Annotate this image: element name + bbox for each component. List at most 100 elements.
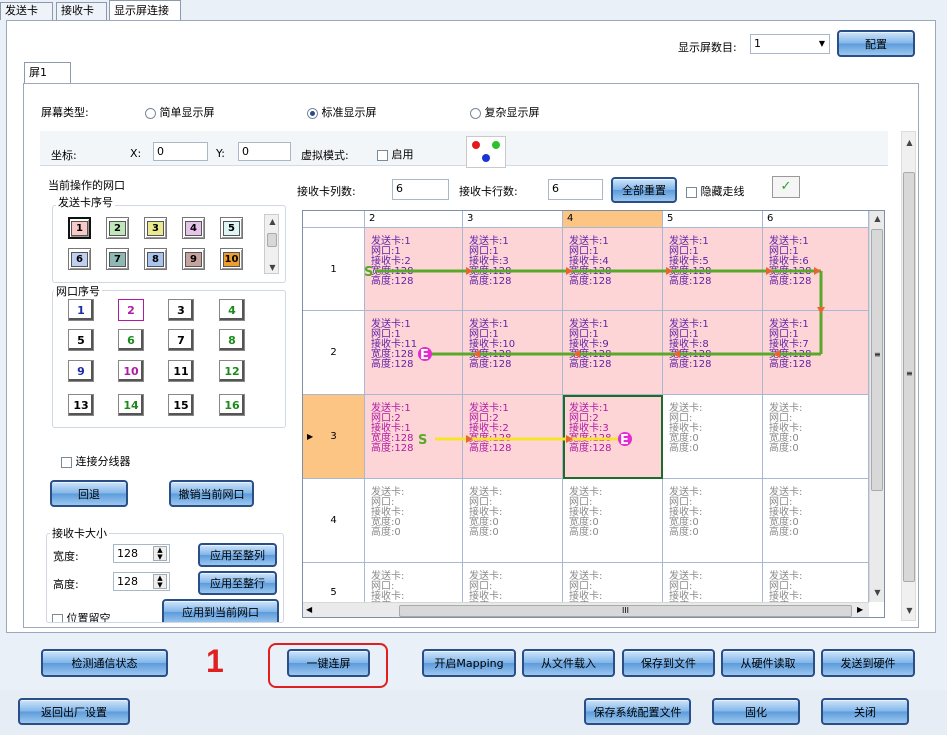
- factory-reset-button[interactable]: 返回出厂设置: [18, 698, 130, 725]
- width-stepper[interactable]: 128 ▲ ▼: [113, 544, 170, 563]
- y-input[interactable]: 0: [238, 142, 291, 161]
- tab-receiver-card[interactable]: 接收卡: [56, 2, 107, 20]
- scroll-thumb[interactable]: ≡: [871, 229, 883, 491]
- start-marker-icon: S: [364, 265, 373, 280]
- scroll-up-icon[interactable]: ▲: [870, 214, 884, 223]
- scroll-thumb[interactable]: ≡: [903, 172, 915, 582]
- scroll-up-icon[interactable]: ▲: [265, 217, 280, 226]
- port-10[interactable]: 10: [118, 360, 144, 382]
- read-from-hardware-button[interactable]: 从硬件读取: [721, 649, 815, 677]
- scroll-down-icon[interactable]: ▼: [265, 263, 280, 272]
- receiver-grid[interactable]: 2345612▶345发送卡:1网口:1接收卡:2宽度:128高度:128发送卡…: [302, 210, 885, 618]
- cancel-port-button[interactable]: 撤销当前网口: [169, 480, 254, 507]
- sender-card-6[interactable]: 6: [68, 248, 91, 270]
- port-9[interactable]: 9: [68, 360, 94, 382]
- grid-cols-input[interactable]: 6: [392, 179, 449, 200]
- reserve-checkbox[interactable]: 位置留空: [52, 610, 111, 622]
- sender-card-10[interactable]: 10: [220, 248, 243, 270]
- sender-card-4[interactable]: 4: [182, 217, 205, 239]
- current-port-label: 当前操作的网口: [48, 179, 125, 192]
- reset-all-button[interactable]: 全部重置: [611, 177, 677, 203]
- sender-card-7[interactable]: 7: [106, 248, 129, 270]
- hide-route-checkbox[interactable]: 隐藏走线: [686, 183, 745, 199]
- confirm-check-icon[interactable]: ✓: [772, 176, 800, 198]
- height-stepper[interactable]: 128 ▲ ▼: [113, 572, 170, 591]
- sender-card-2[interactable]: 2: [106, 217, 129, 239]
- sender-card-label: 1: [71, 220, 88, 236]
- display-count-select[interactable]: 1 ▼: [750, 34, 830, 54]
- annotation-number: 1: [206, 643, 224, 679]
- sender-card-label: 7: [109, 251, 126, 267]
- port-16[interactable]: 16: [219, 394, 245, 416]
- x-label: X:: [130, 147, 142, 160]
- load-from-file-button[interactable]: 从文件载入: [522, 649, 615, 677]
- tab-screen-1[interactable]: 屏1: [24, 62, 71, 84]
- port-14[interactable]: 14: [118, 394, 144, 416]
- tab-sender-card[interactable]: 发送卡: [0, 2, 53, 20]
- x-input[interactable]: 0: [153, 142, 208, 161]
- config-button[interactable]: 配置: [837, 30, 915, 57]
- port-11[interactable]: 11: [168, 360, 194, 382]
- sender-card-8[interactable]: 8: [144, 248, 167, 270]
- port-3[interactable]: 3: [168, 299, 194, 321]
- start-marker-icon: S: [418, 433, 427, 448]
- height-label: 高度:: [53, 578, 79, 591]
- panel-v-scrollbar[interactable]: ▲ ≡ ▼: [901, 131, 916, 621]
- radio-standard-screen[interactable]: 标准显示屏: [307, 104, 377, 120]
- sender-card-3[interactable]: 3: [144, 217, 167, 239]
- back-button[interactable]: 回退: [50, 480, 128, 507]
- scroll-thumb[interactable]: III: [399, 605, 852, 617]
- route-arrow-icon: [773, 350, 780, 358]
- port-4[interactable]: 4: [219, 299, 245, 321]
- port-8[interactable]: 8: [219, 329, 245, 351]
- grid-h-scrollbar[interactable]: ◀ III ▶: [303, 602, 869, 617]
- apply-row-button[interactable]: 应用至整行: [198, 571, 277, 595]
- radio-icon: [470, 107, 481, 119]
- apply-column-button[interactable]: 应用至整列: [198, 543, 277, 567]
- clip-row: 位置留空 应用到当前网口: [46, 598, 284, 622]
- sender-scrollbar[interactable]: ▲ ▼: [264, 214, 279, 274]
- stepper-arrows-icon[interactable]: ▲ ▼: [153, 574, 167, 589]
- save-system-config-button[interactable]: 保存系统配置文件: [584, 698, 691, 725]
- grid-rows-input[interactable]: 6: [548, 179, 603, 200]
- enable-virtual-checkbox[interactable]: 启用: [377, 146, 414, 162]
- stepper-arrows-icon[interactable]: ▲ ▼: [153, 546, 167, 561]
- end-marker-label: E: [420, 348, 429, 363]
- route-arrow-icon: [566, 267, 573, 275]
- port-13[interactable]: 13: [68, 394, 94, 416]
- sender-card-5[interactable]: 5: [220, 217, 243, 239]
- splitter-checkbox[interactable]: 连接分线器: [61, 453, 131, 469]
- enable-mapping-button[interactable]: 开启Mapping: [422, 649, 516, 677]
- port-2[interactable]: 2: [118, 299, 144, 321]
- scroll-down-icon[interactable]: ▼: [902, 606, 917, 615]
- save-to-file-button[interactable]: 保存到文件: [622, 649, 715, 677]
- apply-port-button[interactable]: 应用到当前网口: [162, 599, 279, 622]
- tab-display-connection[interactable]: 显示屏连接: [109, 0, 181, 21]
- port-1[interactable]: 1: [68, 299, 94, 321]
- one-click-connect-button[interactable]: 一键连屏: [287, 649, 370, 677]
- scroll-left-icon[interactable]: ◀: [306, 605, 312, 614]
- scroll-thumb[interactable]: [267, 233, 277, 247]
- check-communication-button[interactable]: 检测通信状态: [41, 649, 168, 677]
- close-button[interactable]: 关闭: [821, 698, 909, 725]
- scroll-right-icon[interactable]: ▶: [857, 605, 863, 614]
- port-12[interactable]: 12: [219, 360, 245, 382]
- sender-card-1[interactable]: 1: [68, 217, 91, 239]
- radio-complex-screen[interactable]: 复杂显示屏: [470, 104, 540, 120]
- rgb-dots-icon[interactable]: [466, 136, 506, 168]
- checkbox-icon: [686, 186, 697, 198]
- port-6[interactable]: 6: [118, 329, 144, 351]
- sender-card-9[interactable]: 9: [182, 248, 205, 270]
- radio-simple-screen[interactable]: 简单显示屏: [145, 104, 215, 120]
- route-arrow-icon: [573, 350, 580, 358]
- send-to-hardware-button[interactable]: 发送到硬件: [821, 649, 915, 677]
- port-15[interactable]: 15: [168, 394, 194, 416]
- scroll-up-icon[interactable]: ▲: [902, 138, 917, 147]
- port-5[interactable]: 5: [68, 329, 94, 351]
- grid-v-scrollbar[interactable]: ▲ ≡ ▼: [869, 211, 884, 602]
- scroll-down-icon[interactable]: ▼: [870, 588, 884, 597]
- port-7[interactable]: 7: [168, 329, 194, 351]
- solidify-button[interactable]: 固化: [712, 698, 800, 725]
- end-marker-label: E: [620, 433, 629, 448]
- radio-selected-icon: [307, 107, 318, 119]
